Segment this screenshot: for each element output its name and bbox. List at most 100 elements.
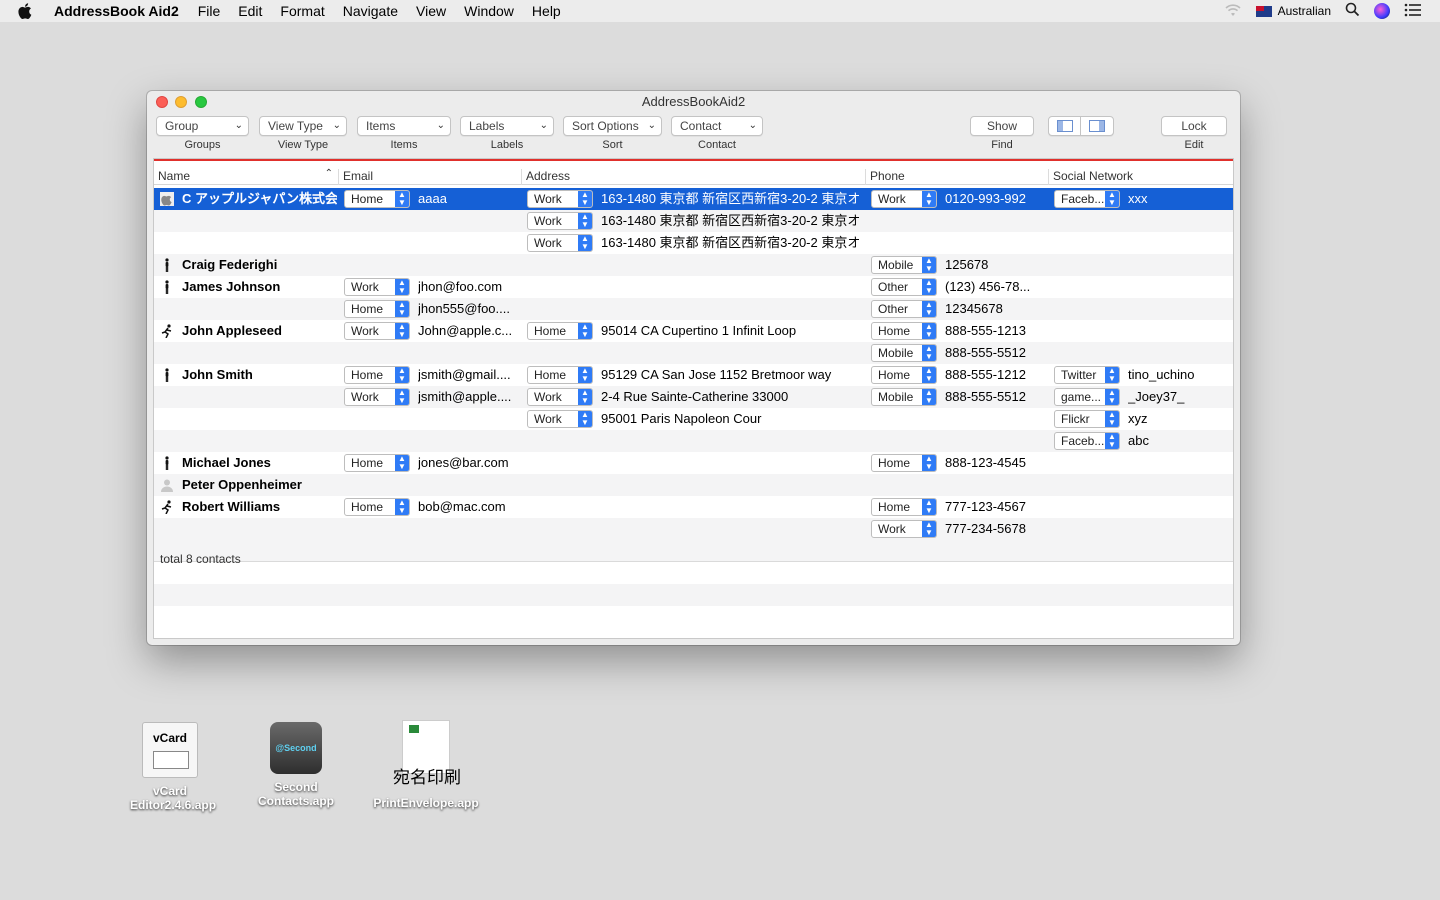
table-row[interactable]: Work ▲ ▼ 777-234-5678	[154, 518, 1233, 540]
window-menu[interactable]: Window	[455, 3, 523, 19]
address-label-popup[interactable]: Work ▲ ▼	[527, 234, 593, 252]
address-value[interactable]: 163-1480 東京都 新宿区西新宿3-20-2 東京オ…	[601, 188, 859, 210]
contact-name[interactable]: Craig Federighi	[182, 254, 337, 276]
email-value[interactable]: aaaa	[418, 188, 513, 210]
desktop-icon-print-envelope[interactable]: 宛名印刷 PrintEnvelope.app	[366, 720, 486, 810]
address-label-popup[interactable]: Work ▲ ▼	[527, 388, 593, 406]
table-row[interactable]: Peter Oppenheimer	[154, 474, 1233, 496]
table-row[interactable]: Work ▲ ▼ jsmith@apple.... Work ▲ ▼ 2-4 Rue Sain…	[154, 386, 1233, 408]
format-menu[interactable]: Format	[271, 3, 333, 19]
email-value[interactable]: jones@bar.com	[418, 452, 513, 474]
phone-value[interactable]: 888-555-5512	[945, 386, 1043, 408]
right-panel-icon[interactable]	[1081, 117, 1113, 135]
column-header-phone[interactable]: Phone	[866, 169, 1049, 185]
social-value[interactable]: abc	[1128, 430, 1228, 452]
title-bar[interactable]: AddressBookAid2	[147, 91, 1240, 113]
sidebar-toggle-segmented[interactable]	[1048, 116, 1114, 136]
social-label-popup[interactable]: Flickr ▲ ▼	[1054, 410, 1120, 428]
sort-options-popup[interactable]: Sort Options ⌄	[563, 116, 662, 136]
input-source-menu[interactable]: Australian	[1255, 4, 1331, 18]
phone-label-popup[interactable]: Mobile ▲ ▼	[871, 344, 937, 362]
contact-name[interactable]: Peter Oppenheimer	[182, 474, 337, 496]
phone-label-popup[interactable]: Work ▲ ▼	[871, 190, 937, 208]
address-value[interactable]: 95129 CA San Jose 1152 Bretmoor way	[601, 364, 859, 386]
help-menu[interactable]: Help	[523, 3, 570, 19]
column-header-address[interactable]: Address	[522, 169, 866, 185]
contact-name[interactable]: John Appleseed	[182, 320, 337, 342]
table-row[interactable]: James Johnson Work ▲ ▼ jhon@foo.com Other ▲ ▼ (1…	[154, 276, 1233, 298]
table-row[interactable]: C アップルジャパン株式会社 Home ▲ ▼ aaaa Work ▲ ▼ 163-1480 東…	[154, 188, 1233, 210]
table-row[interactable]: Work ▲ ▼ 163-1480 東京都 新宿区西新宿3-20-2 東京オ…	[154, 232, 1233, 254]
app-name-menu[interactable]: AddressBook Aid2	[54, 3, 179, 19]
email-label-popup[interactable]: Home ▲ ▼	[344, 366, 410, 384]
phone-value[interactable]: 888-555-1213	[945, 320, 1043, 342]
phone-value[interactable]: 888-555-1212	[945, 364, 1043, 386]
phone-value[interactable]: 125678	[945, 254, 1043, 276]
view-menu[interactable]: View	[407, 3, 455, 19]
phone-label-popup[interactable]: Home ▲ ▼	[871, 322, 937, 340]
file-menu[interactable]: File	[189, 3, 230, 19]
address-label-popup[interactable]: Home ▲ ▼	[527, 322, 593, 340]
phone-label-popup[interactable]: Other ▲ ▼	[871, 278, 937, 296]
phone-label-popup[interactable]: Other ▲ ▼	[871, 300, 937, 318]
email-value[interactable]: jsmith@apple....	[418, 386, 513, 408]
table-row[interactable]: Michael Jones Home ▲ ▼ jones@bar.com Home ▲ ▼ 88…	[154, 452, 1233, 474]
phone-value[interactable]: 888-555-5512	[945, 342, 1043, 364]
contact-popup[interactable]: Contact ⌄	[671, 116, 763, 136]
address-value[interactable]: 95014 CA Cupertino 1 Infinit Loop	[601, 320, 859, 342]
navigate-menu[interactable]: Navigate	[334, 3, 407, 19]
left-panel-icon[interactable]	[1049, 117, 1082, 135]
address-label-popup[interactable]: Work ▲ ▼	[527, 410, 593, 428]
table-row[interactable]: Robert Williams Home ▲ ▼ bob@mac.com Home ▲ ▼ 77…	[154, 496, 1233, 518]
column-header-social[interactable]: Social Network	[1049, 169, 1233, 185]
minimize-window-button[interactable]	[175, 96, 187, 108]
contact-name[interactable]: Robert Williams	[182, 496, 337, 518]
address-value[interactable]: 95001 Paris Napoleon Cour	[601, 408, 859, 430]
column-header-email[interactable]: Email	[339, 169, 522, 185]
address-label-popup[interactable]: Work ▲ ▼	[527, 212, 593, 230]
social-value[interactable]: _Joey37_	[1128, 386, 1228, 408]
email-label-popup[interactable]: Home ▲ ▼	[344, 498, 410, 516]
contact-name[interactable]: C アップルジャパン株式会社	[182, 188, 337, 210]
lock-button[interactable]: Lock	[1161, 116, 1227, 136]
address-label-popup[interactable]: Home ▲ ▼	[527, 366, 593, 384]
notification-center-icon[interactable]	[1404, 3, 1422, 20]
edit-menu[interactable]: Edit	[229, 3, 271, 19]
email-value[interactable]: jhon@foo.com	[418, 276, 513, 298]
email-label-popup[interactable]: Home ▲ ▼	[344, 454, 410, 472]
social-value[interactable]: xyz	[1128, 408, 1228, 430]
email-label-popup[interactable]: Work ▲ ▼	[344, 322, 410, 340]
column-header-name[interactable]: Name ⌃	[154, 168, 339, 185]
address-value[interactable]: 163-1480 東京都 新宿区西新宿3-20-2 東京オ…	[601, 232, 859, 254]
social-label-popup[interactable]: Faceb... ▲ ▼	[1054, 190, 1120, 208]
email-value[interactable]: John@apple.c...	[418, 320, 513, 342]
table-row[interactable]: John Smith Home ▲ ▼ jsmith@gmail.... Home ▲ ▼ 95…	[154, 364, 1233, 386]
table-row[interactable]: Work ▲ ▼ 95001 Paris Napoleon Cour Flickr ▲ ▼ x…	[154, 408, 1233, 430]
siri-icon[interactable]	[1374, 3, 1390, 19]
contact-name[interactable]: Michael Jones	[182, 452, 337, 474]
phone-label-popup[interactable]: Mobile ▲ ▼	[871, 256, 937, 274]
wifi-icon[interactable]	[1224, 3, 1242, 20]
phone-value[interactable]: (123) 456-78...	[945, 276, 1043, 298]
email-label-popup[interactable]: Home ▲ ▼	[344, 300, 410, 318]
contact-name[interactable]: John Smith	[182, 364, 337, 386]
contact-name[interactable]: James Johnson	[182, 276, 337, 298]
spotlight-search-icon[interactable]	[1345, 2, 1360, 20]
phone-value[interactable]: 777-123-4567	[945, 496, 1043, 518]
phone-label-popup[interactable]: Home ▲ ▼	[871, 366, 937, 384]
address-label-popup[interactable]: Work ▲ ▼	[527, 190, 593, 208]
table-row[interactable]: Mobile ▲ ▼ 888-555-5512	[154, 342, 1233, 364]
phone-label-popup[interactable]: Mobile ▲ ▼	[871, 388, 937, 406]
phone-label-popup[interactable]: Home ▲ ▼	[871, 454, 937, 472]
zoom-window-button[interactable]	[195, 96, 207, 108]
phone-value[interactable]: 0120-993-992	[945, 188, 1043, 210]
email-label-popup[interactable]: Work ▲ ▼	[344, 278, 410, 296]
table-row[interactable]: Work ▲ ▼ 163-1480 東京都 新宿区西新宿3-20-2 東京オ…	[154, 210, 1233, 232]
phone-label-popup[interactable]: Home ▲ ▼	[871, 498, 937, 516]
phone-label-popup[interactable]: Work ▲ ▼	[871, 520, 937, 538]
labels-popup[interactable]: Labels ⌄	[460, 116, 554, 136]
email-label-popup[interactable]: Home ▲ ▼	[344, 190, 410, 208]
address-value[interactable]: 2-4 Rue Sainte-Catherine 33000	[601, 386, 859, 408]
social-value[interactable]: xxx	[1128, 188, 1228, 210]
desktop-icon-second-contacts[interactable]: @Second Second Contacts.app	[243, 722, 349, 808]
